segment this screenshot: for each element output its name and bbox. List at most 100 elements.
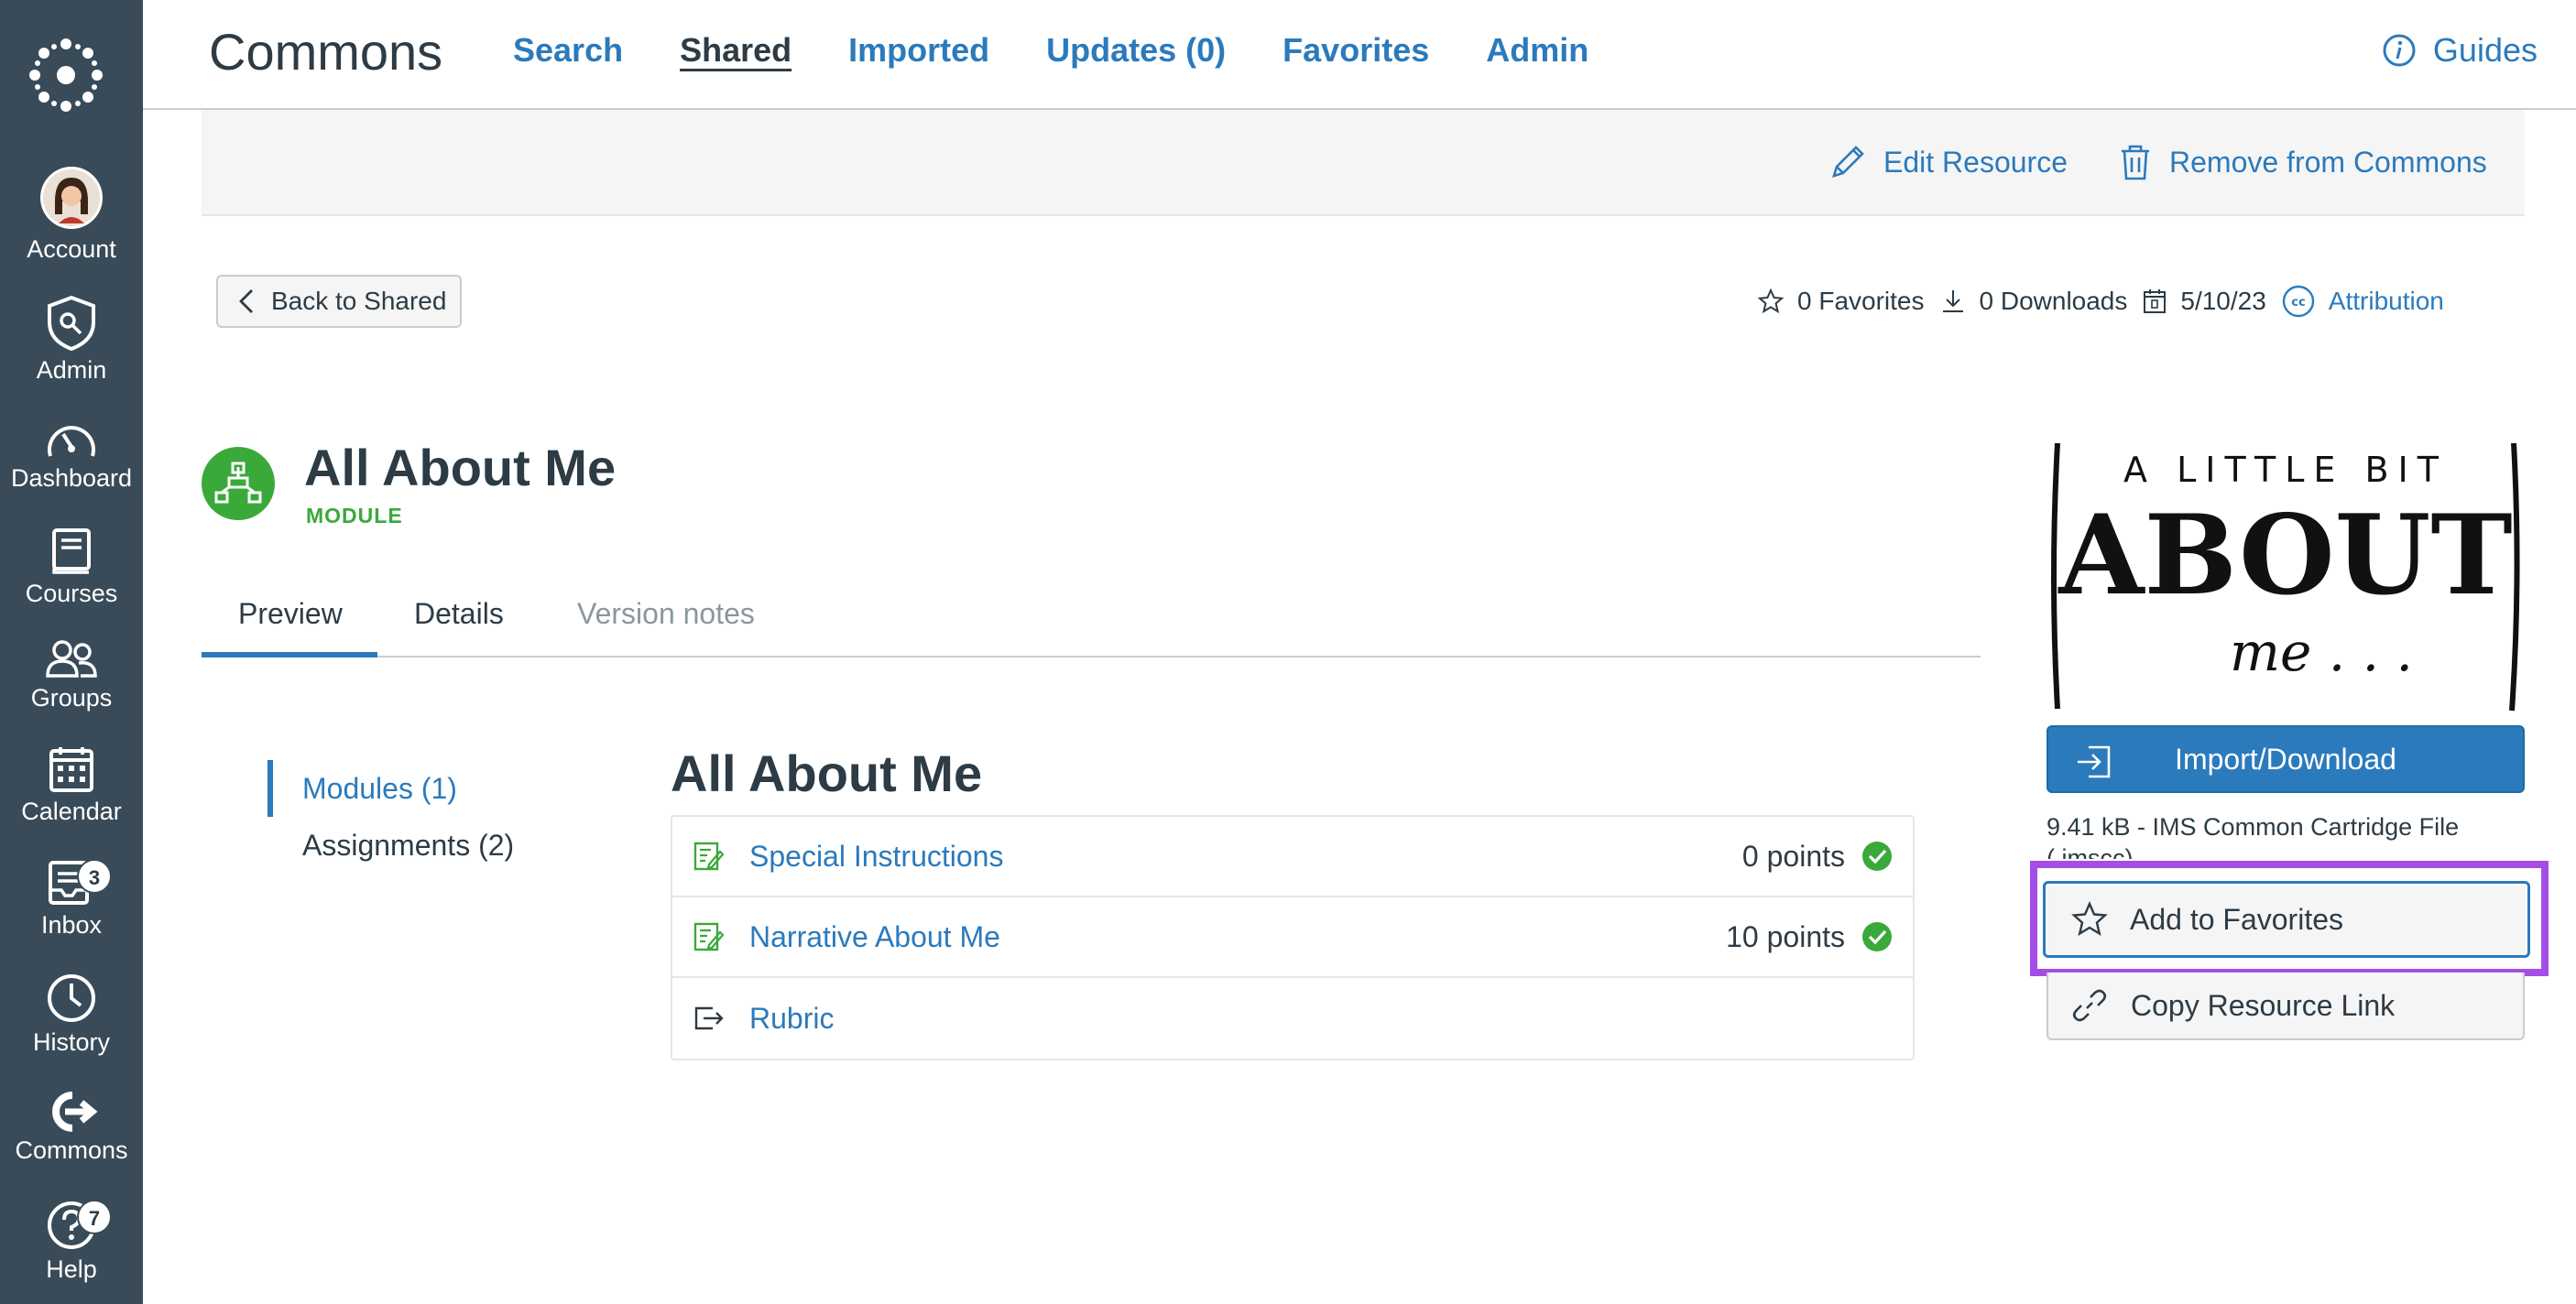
resource-stats: 0 Favorites 0 Downloads 5/10/23 cc Attri… xyxy=(1757,284,2459,319)
top-nav-admin[interactable]: Admin xyxy=(1486,31,1588,70)
tab-details[interactable]: Details xyxy=(414,597,504,631)
attribution-link[interactable]: cc Attribution xyxy=(2281,284,2444,319)
download-icon xyxy=(1942,290,1963,312)
nav-dashboard[interactable]: Dashboard xyxy=(0,419,143,493)
downloads-stat: 0 Downloads xyxy=(1939,287,2128,316)
add-to-favorites-label: Add to Favorites xyxy=(2130,902,2343,936)
top-nav-updates[interactable]: Updates (0) xyxy=(1046,31,1226,70)
favorites-count: 0 Favorites xyxy=(1797,287,1925,315)
star-icon xyxy=(2071,901,2108,936)
creative-commons-icon: cc xyxy=(2282,285,2314,318)
clock-icon xyxy=(48,974,95,1022)
groups-icon xyxy=(46,640,97,678)
module-item: Rubric xyxy=(672,978,1913,1059)
help-badge: 7 xyxy=(77,1200,112,1234)
nav-groups[interactable]: Groups xyxy=(0,639,143,712)
remove-from-commons-label: Remove from Commons xyxy=(2169,145,2487,179)
module-item: Special Instructions 0 points xyxy=(672,817,1913,897)
nav-courses[interactable]: Courses xyxy=(0,527,143,608)
commons-icon xyxy=(52,1092,98,1132)
nav-history[interactable]: History xyxy=(0,973,143,1057)
nav-label: Calendar xyxy=(21,798,122,825)
module-item: Narrative About Me 10 points xyxy=(672,897,1913,978)
nav-label: Admin xyxy=(36,356,107,384)
nav-label: Account xyxy=(27,235,116,263)
import-icon xyxy=(2078,745,2111,778)
resource-tabs: Preview Details Version notes xyxy=(202,586,1981,657)
module-type-icon xyxy=(202,447,275,520)
edit-resource-button[interactable]: Edit Resource xyxy=(1828,143,2068,181)
nav-label: Inbox xyxy=(40,911,103,939)
top-nav-search[interactable]: Search xyxy=(513,31,623,70)
assignment-icon xyxy=(693,842,724,871)
external-link-icon xyxy=(694,1006,724,1030)
resource-type: MODULE xyxy=(306,504,403,527)
tab-preview[interactable]: Preview xyxy=(202,597,377,657)
nav-account[interactable]: Account xyxy=(0,165,143,264)
downloads-count: 0 Downloads xyxy=(1979,287,2128,315)
book-icon xyxy=(52,528,91,574)
nav-help[interactable]: 7 Help xyxy=(0,1200,143,1284)
resource-title: All About Me xyxy=(304,439,617,496)
canvas-logo-icon[interactable] xyxy=(26,35,106,115)
published-check-icon xyxy=(1862,922,1892,951)
module-title: All About Me xyxy=(671,744,983,802)
edit-resource-label: Edit Resource xyxy=(1883,145,2068,179)
nav-calendar[interactable]: Calendar xyxy=(0,745,143,826)
resource-thumbnail: A LITTLE BIT ABOUT me . . . xyxy=(2047,440,2525,714)
tab-version-notes[interactable]: Version notes xyxy=(577,597,755,631)
top-nav-imported[interactable]: Imported xyxy=(848,31,989,70)
shield-icon xyxy=(48,295,95,352)
pencil-icon xyxy=(1832,146,1864,178)
calendar-icon xyxy=(49,747,93,792)
copy-resource-link-label: Copy Resource Link xyxy=(2131,988,2396,1022)
chevron-left-icon xyxy=(239,289,253,313)
commons-header: Commons Search Shared Imported Updates (… xyxy=(143,0,2576,110)
published-check-icon xyxy=(1862,842,1892,871)
module-item-title[interactable]: Special Instructions xyxy=(749,840,1742,874)
thumbnail-line1: A LITTLE BIT xyxy=(2123,450,2448,490)
avatar xyxy=(40,167,103,229)
top-nav-shared[interactable]: Shared xyxy=(680,31,791,70)
guides-label: Guides xyxy=(2432,31,2538,69)
guides-link[interactable]: Guides xyxy=(2382,31,2538,70)
dashboard-icon xyxy=(48,426,95,457)
back-to-shared-label: Back to Shared xyxy=(271,287,447,315)
calendar-icon xyxy=(2144,289,2167,313)
copy-resource-link-button[interactable]: Copy Resource Link xyxy=(2047,973,2525,1040)
module-item-title[interactable]: Rubric xyxy=(749,1002,1893,1036)
nav-label: Commons xyxy=(15,1136,128,1164)
nav-label: Courses xyxy=(25,580,118,607)
info-icon xyxy=(2383,34,2416,67)
add-to-favorites-button[interactable]: Add to Favorites xyxy=(2043,881,2530,958)
thumbnail-image: A LITTLE BIT ABOUT me . . . xyxy=(2051,442,2520,712)
favorites-stat: 0 Favorites xyxy=(1757,287,1925,316)
nav-admin[interactable]: Admin xyxy=(0,295,143,385)
trash-icon xyxy=(2122,145,2149,180)
back-to-shared-button[interactable]: Back to Shared xyxy=(216,275,462,328)
nav-commons[interactable]: Commons xyxy=(0,1092,143,1165)
nav-label: Dashboard xyxy=(10,464,133,492)
inbox-badge: 3 xyxy=(77,859,112,894)
nav-inbox[interactable]: 3 Inbox xyxy=(0,859,143,940)
global-nav: Account Admin Dashboard Courses Groups C… xyxy=(0,0,143,1304)
import-download-label: Import/Download xyxy=(2175,742,2396,776)
module-item-title[interactable]: Narrative About Me xyxy=(749,920,1726,954)
top-nav: Search Shared Imported Updates (0) Favor… xyxy=(513,31,1645,70)
nav-label: History xyxy=(32,1028,110,1056)
content-type-list: Modules (1) Assignments (2) xyxy=(267,760,514,874)
side-item-modules[interactable]: Modules (1) xyxy=(267,760,514,817)
remove-from-commons-button[interactable]: Remove from Commons xyxy=(2118,143,2487,181)
top-nav-favorites[interactable]: Favorites xyxy=(1283,31,1429,70)
assignment-icon xyxy=(693,922,724,951)
import-download-button[interactable]: Import/Download xyxy=(2047,725,2525,793)
module-item-list: Special Instructions 0 points Narrative … xyxy=(671,815,1915,1060)
nav-label: Help xyxy=(46,1255,97,1283)
file-info: 9.41 kB - IMS Common Cartridge File (.im… xyxy=(2047,813,2460,859)
nav-label: Groups xyxy=(30,684,113,712)
date-stat: 5/10/23 xyxy=(2142,287,2266,316)
star-icon xyxy=(1757,288,1785,314)
attribution-label: Attribution xyxy=(2328,287,2444,315)
side-item-assignments[interactable]: Assignments (2) xyxy=(267,817,514,874)
module-item-points: 0 points xyxy=(1741,839,1845,873)
